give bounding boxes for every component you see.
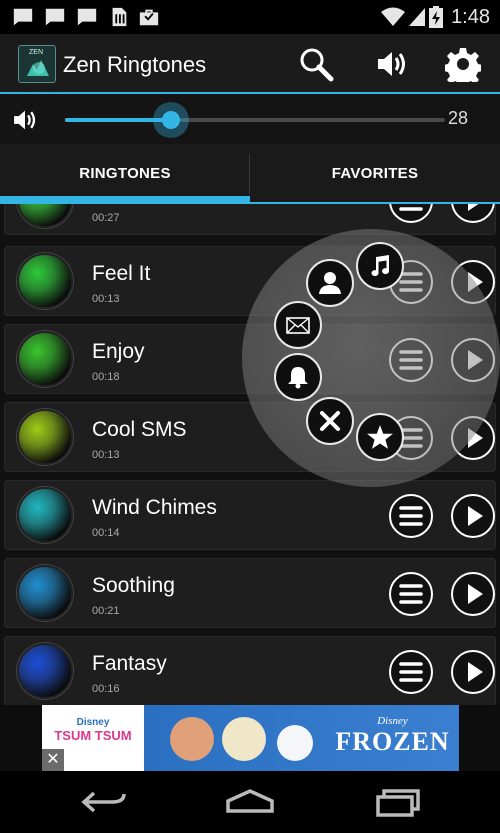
ringtone-duration: 00:18 [92,371,120,383]
ringtone-duration: 00:14 [92,527,120,539]
settings-gear-icon[interactable] [445,46,481,82]
character-olaf [277,725,313,761]
character-elsa [222,717,266,761]
battery-charging-icon [429,6,443,28]
wifi-icon [381,7,405,26]
ringtone-name: Cool SMS [92,418,187,441]
ringtone-duration: 00:13 [92,293,120,305]
ringtone-orb-icon [17,409,73,465]
tsum-tsum-logo: Disney TSUM TSUM [52,717,134,761]
chat-icon [13,8,33,26]
play-icon [468,662,483,682]
ringtone-name: Fantasy [92,652,167,675]
list-item[interactable]: Soothing 00:21 [4,558,496,628]
ringtone-orb-icon [17,643,73,699]
set-notification-button[interactable] [274,353,322,401]
volume-icon[interactable] [374,46,410,82]
chat-icon [45,8,65,26]
ringtone-orb-icon [17,204,73,228]
ad-brand-disney: Disney [76,717,110,728]
ringtone-menu-button[interactable] [389,572,433,616]
ringtone-orb-icon [17,331,73,387]
ad-title-right: FROZEN [335,727,450,756]
frozen-logo: Disney FROZEN [335,715,450,759]
ringtone-name: Enjoy [92,340,145,363]
add-favorite-button[interactable] [356,413,404,461]
ringtone-orb-icon [17,487,73,543]
favorite-star-icon [367,425,393,449]
ringtone-menu-button[interactable] [389,204,433,223]
search-icon[interactable] [298,46,334,82]
set-ringtone-button[interactable] [356,242,404,290]
menu-icon [399,207,423,211]
list-item[interactable]: Fantasy 00:16 [4,636,496,705]
tab-label: RINGTONES [79,164,171,182]
signal-icon [409,8,425,26]
volume-slider-thumb[interactable] [153,102,190,138]
tab-bar: RINGTONES FAVORITES [0,144,500,204]
ad-title-left: TSUM TSUM [54,728,132,743]
play-icon [468,506,483,526]
character-anna [170,717,214,761]
notification-bell-icon [288,367,308,389]
ringtone-play-button[interactable] [451,494,495,538]
ringtone-orb-icon [17,565,73,621]
ringtone-play-button[interactable] [451,572,495,616]
radial-action-menu [242,229,500,487]
ringtone-play-button[interactable] [451,650,495,694]
menu-icon [399,506,423,526]
ringtone-name: Soothing [92,574,175,597]
status-bar: 1:48 [0,0,500,34]
ad-close-button[interactable]: ✕ [42,749,64,771]
app-logo[interactable]: ZEN [18,45,56,83]
ringtone-duration: 00:13 [92,449,120,461]
ringtone-name: Peaceful Drop [92,204,225,205]
assign-contact-button[interactable] [306,259,354,307]
volume-icon [14,110,36,130]
ad-banner[interactable]: Disney TSUM TSUM Disney FROZEN ✕ [0,705,500,771]
music-note-icon [371,255,390,277]
tab-favorites[interactable]: FAVORITES [250,144,500,202]
ringtone-duration: 00:27 [92,212,120,224]
volume-slider[interactable] [65,102,445,138]
ringtone-menu-button[interactable] [389,650,433,694]
ringtone-name: Wind Chimes [92,496,217,519]
recents-icon[interactable] [370,785,426,819]
ringtone-menu-button[interactable] [389,494,433,538]
app-logo-text: ZEN [29,49,43,56]
ringtone-orb-icon [17,253,73,309]
ringtone-name: Feel It [92,262,151,285]
sim-icon [112,7,127,27]
close-icon [320,411,340,431]
navigation-bar [0,771,500,833]
home-icon[interactable] [222,785,278,819]
play-icon [468,204,479,211]
volume-row: 28 [0,96,500,144]
play-icon [468,584,483,604]
tab-ringtones[interactable]: RINGTONES [0,144,250,202]
briefcase-icon [139,9,159,26]
tab-label: FAVORITES [331,164,419,182]
ringtone-play-button[interactable] [451,204,495,223]
list-item[interactable]: Wind Chimes 00:14 [4,480,496,550]
volume-value: 28 [447,108,468,128]
ad-brand-disney: Disney [377,715,408,727]
ringtone-duration: 00:16 [92,683,120,695]
contact-icon [319,272,341,294]
ad-creative[interactable]: Disney TSUM TSUM Disney FROZEN [42,705,459,771]
back-icon[interactable] [76,785,132,819]
close-radial-menu-button[interactable] [306,397,354,445]
set-message-tone-button[interactable] [274,301,322,349]
chat-icon [77,8,97,26]
menu-icon [399,662,423,682]
message-envelope-icon [286,317,310,334]
app-title: Zen Ringtones [63,52,207,77]
action-bar: ZEN Zen Ringtones [0,34,500,94]
list-item[interactable]: Peaceful Drop 00:27 [4,204,496,235]
ringtone-duration: 00:21 [92,605,120,617]
menu-icon [399,584,423,604]
clock: 1:48 [451,6,490,28]
